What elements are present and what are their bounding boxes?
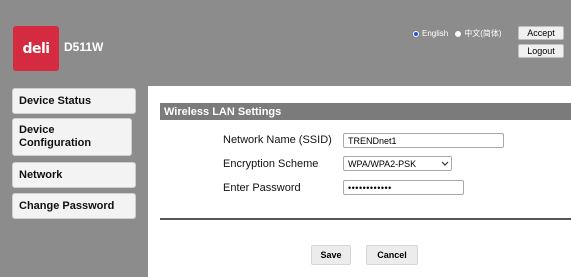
radio-selected-icon[interactable]	[412, 29, 420, 38]
password-label: Enter Password	[223, 182, 301, 194]
section-title: Wireless LAN Settings	[164, 105, 282, 118]
sidebar-item-label: Change Password	[19, 199, 115, 212]
encryption-label: Encryption Scheme	[223, 158, 319, 170]
sidebar-item-device-configuration[interactable]: Device Configuration	[12, 118, 132, 156]
language-selector: English 中文(简体)	[412, 28, 508, 39]
header-bar: deli D511W English 中文(简体) Accept Logout	[0, 0, 571, 86]
language-option-chinese[interactable]: 中文(简体)	[454, 28, 502, 39]
sidebar-item-device-status[interactable]: Device Status	[12, 88, 136, 114]
cancel-button[interactable]: Cancel	[366, 245, 418, 265]
language-label-english: English	[422, 29, 449, 38]
logo-text: deli	[22, 40, 50, 57]
radio-unselected-icon[interactable]	[454, 29, 463, 38]
sidebar-item-label: Device Status	[19, 94, 92, 107]
sidebar-item-network[interactable]: Network	[12, 162, 136, 188]
encryption-selected-value: WPA/WPA2-PSK	[348, 158, 417, 169]
language-label-chinese: 中文(简体)	[464, 29, 502, 38]
section-title-bar: Wireless LAN Settings	[160, 103, 571, 120]
language-option-english[interactable]: English	[412, 29, 448, 38]
ssid-label: Network Name (SSID)	[223, 134, 332, 146]
sidebar-item-label: Device Configuration	[19, 124, 92, 149]
ssid-input[interactable]: TRENDnet1	[343, 133, 504, 148]
sidebar-item-change-password[interactable]: Change Password	[12, 193, 136, 219]
deli-logo: deli	[13, 26, 59, 71]
divider	[160, 218, 571, 220]
chevron-down-icon	[439, 157, 451, 170]
sidebar: Device Status Device Configuration Netwo…	[0, 86, 148, 277]
save-button[interactable]: Save	[311, 245, 351, 265]
device-model: D511W	[64, 40, 104, 54]
accept-button[interactable]: Accept	[518, 26, 564, 40]
sidebar-item-label: Network	[19, 168, 63, 181]
logout-button[interactable]: Logout	[518, 44, 564, 58]
encryption-select[interactable]: WPA/WPA2-PSK	[343, 156, 452, 171]
password-input[interactable]: ••••••••••••	[343, 180, 464, 195]
